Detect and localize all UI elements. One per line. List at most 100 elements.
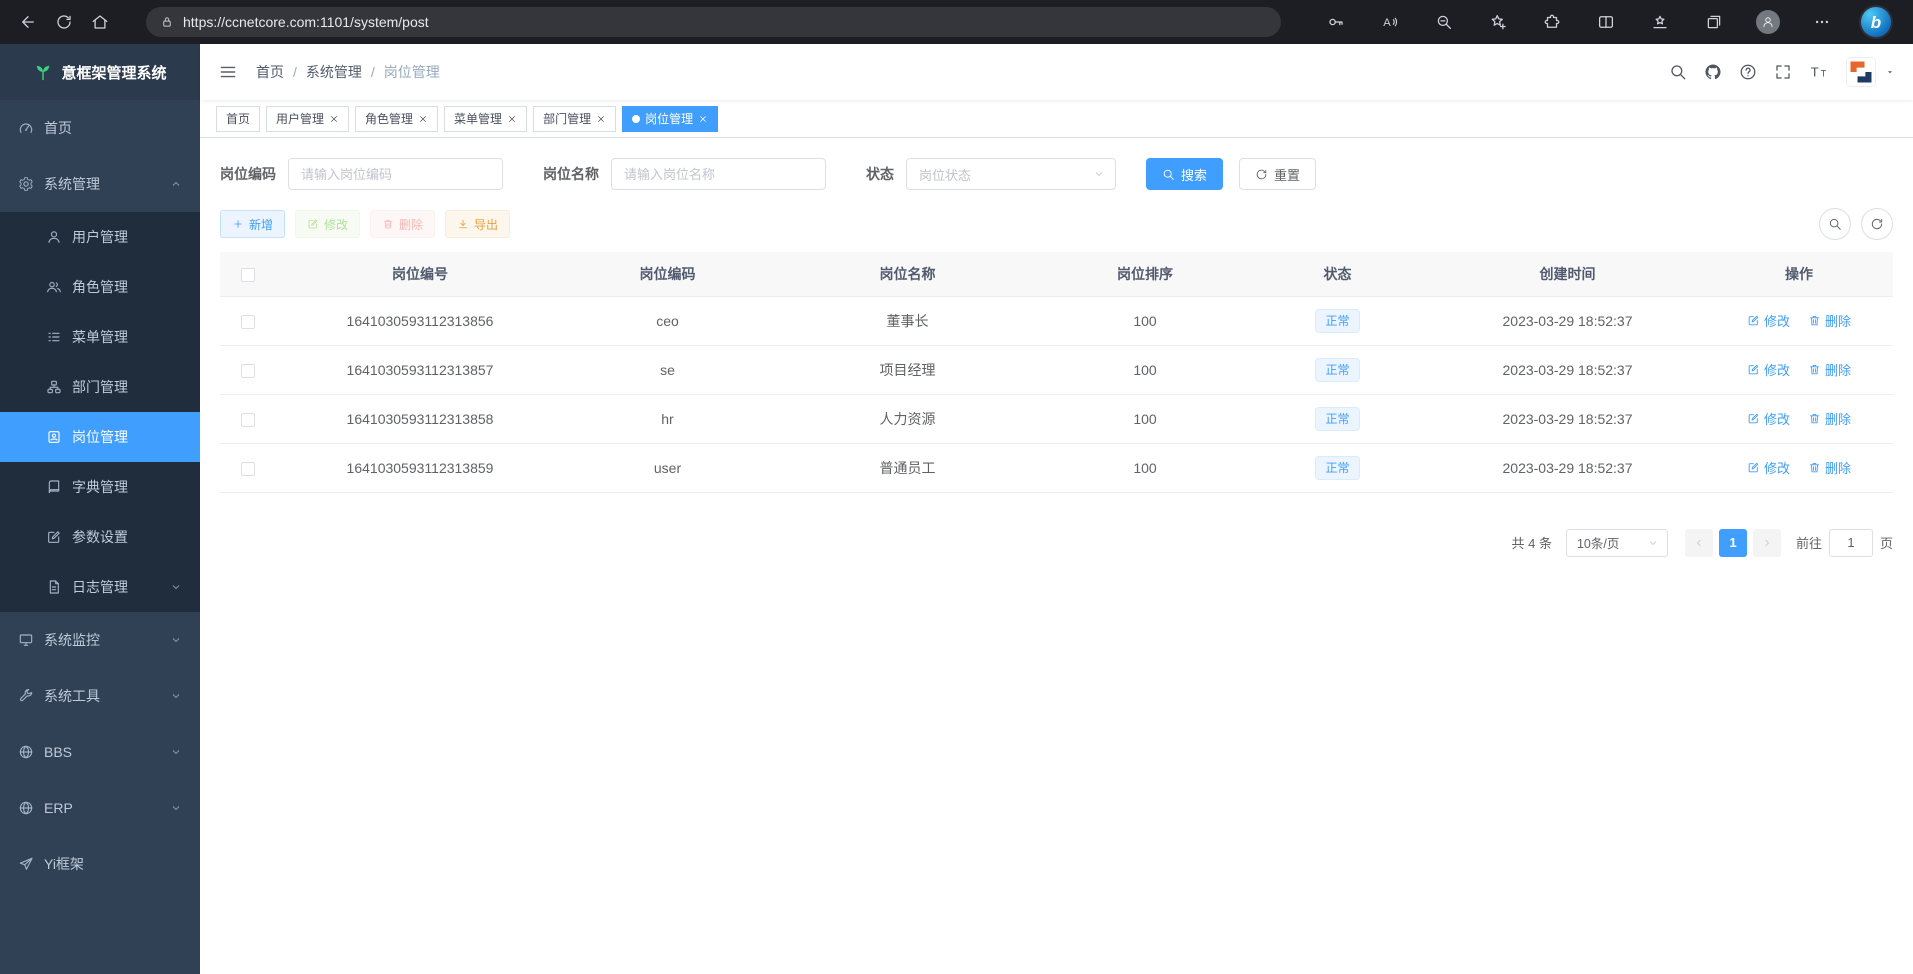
row-checkbox[interactable] [241,315,255,329]
sidebar-menu: 首页 系统管理 用户管理 角色管理 菜单管理 [0,100,200,892]
reset-button[interactable]: 重置 [1239,158,1316,190]
post-code-input[interactable] [288,158,503,190]
github-link[interactable] [1704,63,1722,81]
row-edit-button[interactable]: 修改 [1747,458,1790,477]
sidebar-item-system-monitor[interactable]: 系统监控 [0,612,200,668]
tab-menu-mgmt[interactable]: 菜单管理 [444,106,527,132]
sidebar-item-dict-mgmt[interactable]: 字典管理 [0,462,200,512]
sidebar-toggle-icon[interactable] [218,62,238,82]
page-size-select[interactable]: 10条/页 [1566,529,1668,557]
sidebar-item-erp[interactable]: ERP [0,780,200,836]
sidebar-item-dept-mgmt[interactable]: 部门管理 [0,362,200,412]
log-icon [46,579,62,595]
cell-post-sort: 100 [1045,394,1245,443]
row-delete-button[interactable]: 删除 [1808,360,1851,379]
profile-button[interactable] [1753,4,1783,40]
tab-home[interactable]: 首页 [216,106,260,132]
row-edit-button[interactable]: 修改 [1747,409,1790,428]
fullscreen-button[interactable] [1774,63,1792,81]
edit-icon [1747,461,1760,474]
sidebar-item-role-mgmt[interactable]: 角色管理 [0,262,200,312]
search-button[interactable]: 搜索 [1146,158,1223,190]
lock-icon [160,15,174,29]
row-edit-button[interactable]: 修改 [1747,311,1790,330]
breadcrumb-home[interactable]: 首页 [256,62,284,82]
add-favorite-button[interactable] [1483,4,1513,40]
browser-menu-button[interactable] [1807,4,1837,40]
sidebar-item-user-mgmt[interactable]: 用户管理 [0,212,200,262]
edit-icon [307,218,319,230]
search-icon [1828,217,1842,231]
split-screen-button[interactable] [1591,4,1621,40]
browser-toolbar-right: A b [1321,4,1903,40]
password-manager-button[interactable] [1321,4,1351,40]
zoom-button[interactable] [1429,4,1459,40]
read-aloud-button[interactable]: A [1375,4,1405,40]
tab-role-mgmt[interactable]: 角色管理 [355,106,438,132]
goto-page-input[interactable] [1829,529,1873,557]
sidebar-item-post-mgmt[interactable]: 岗位管理 [0,412,200,462]
bing-chat-button[interactable]: b [1861,7,1891,37]
edit-button[interactable]: 修改 [295,210,360,238]
breadcrumb-system-mgmt[interactable]: 系统管理 [306,62,362,82]
row-checkbox[interactable] [241,462,255,476]
page-size-value: 10条/页 [1577,533,1619,552]
row-edit-button[interactable]: 修改 [1747,360,1790,379]
browser-back-button[interactable] [10,4,46,40]
row-checkbox[interactable] [241,413,255,427]
tab-dept-mgmt[interactable]: 部门管理 [533,106,616,132]
sidebar-item-system-tools[interactable]: 系统工具 [0,668,200,724]
row-delete-button[interactable]: 删除 [1808,409,1851,428]
tab-post-mgmt[interactable]: 岗位管理 [622,106,718,132]
extensions-button[interactable] [1537,4,1567,40]
refresh-table-button[interactable] [1861,208,1893,240]
browser-refresh-button[interactable] [46,4,82,40]
delete-button[interactable]: 删除 [370,210,435,238]
row-edit-label: 修改 [1764,409,1790,428]
table-header-post-name: 岗位名称 [770,252,1045,296]
sidebar-item-home[interactable]: 首页 [0,100,200,156]
page-number-1[interactable]: 1 [1719,529,1747,557]
status-select[interactable]: 岗位状态 [906,158,1116,190]
select-all-checkbox[interactable] [241,268,255,282]
row-delete-button[interactable]: 删除 [1808,311,1851,330]
export-button[interactable]: 导出 [445,210,510,238]
download-icon [457,218,469,230]
tab-label: 部门管理 [543,110,591,127]
close-icon[interactable] [596,114,606,124]
row-delete-button[interactable]: 删除 [1808,458,1851,477]
toggle-search-button[interactable] [1819,208,1851,240]
sidebar-item-system-mgmt[interactable]: 系统管理 [0,156,200,212]
favorites-bar-button[interactable] [1645,4,1675,40]
header-search-button[interactable] [1669,63,1687,81]
tab-user-mgmt[interactable]: 用户管理 [266,106,349,132]
help-button[interactable] [1739,63,1757,81]
browser-home-button[interactable] [82,4,118,40]
sidebar-item-log-mgmt[interactable]: 日志管理 [0,562,200,612]
close-icon[interactable] [698,114,708,124]
close-icon[interactable] [418,114,428,124]
sidebar-item-label: 角色管理 [72,277,128,297]
cell-post-id: 1641030593112313859 [275,443,565,492]
caret-down-icon[interactable] [1885,67,1895,77]
puzzle-icon [1543,13,1561,31]
user-avatar[interactable] [1846,57,1876,87]
sidebar-item-bbs[interactable]: BBS [0,724,200,780]
add-button[interactable]: 新增 [220,210,285,238]
sidebar-item-yi-framework[interactable]: Yi框架 [0,836,200,892]
sidebar-item-menu-mgmt[interactable]: 菜单管理 [0,312,200,362]
next-page-button[interactable] [1753,529,1781,557]
row-checkbox[interactable] [241,364,255,378]
status-badge: 正常 [1315,407,1359,431]
post-name-input[interactable] [611,158,826,190]
plus-icon [232,218,244,230]
sidebar-item-param-settings[interactable]: 参数设置 [0,512,200,562]
close-icon[interactable] [507,114,517,124]
prev-page-button[interactable] [1685,529,1713,557]
close-icon[interactable] [329,114,339,124]
font-size-button[interactable]: TT [1809,62,1829,82]
sidebar-item-label: 岗位管理 [72,427,128,447]
address-bar[interactable]: https://ccnetcore.com:1101/system/post [146,7,1281,37]
sidebar-item-label: 用户管理 [72,227,128,247]
collections-button[interactable] [1699,4,1729,40]
